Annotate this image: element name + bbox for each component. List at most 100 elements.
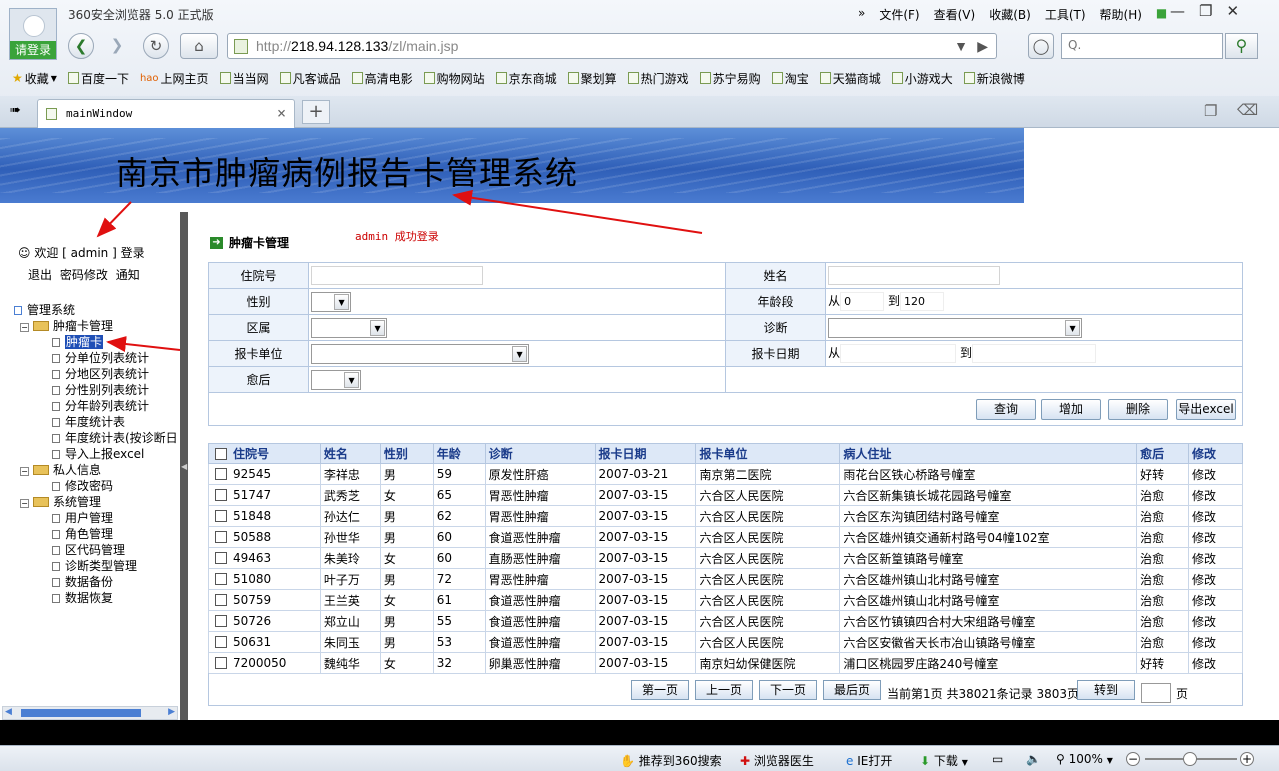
zoom-level[interactable]: ⚲ 100% ▼ [1056,752,1113,766]
restore-icon[interactable]: ❐ [1199,2,1212,20]
tree-item[interactable]: 区代码管理 [14,542,178,558]
edit-link[interactable]: 修改 [1188,652,1243,674]
sidebar-scrollbar[interactable]: ◀ ▶ [2,706,178,720]
minimize-icon[interactable]: — [1170,2,1185,20]
tree-folder[interactable]: − 私人信息 [14,462,178,478]
shield-icon[interactable]: ◯ [1028,33,1054,59]
collapse-icon[interactable]: ◀ [181,462,187,471]
fav-link[interactable]: 凡客诚品 [279,70,341,87]
table-row[interactable]: 50726 郑立山男 55 食道恶性肿瘤 2007-03-15 六合区人民医院 六合区竹镇镇… [208,610,1243,632]
close-window-icon[interactable]: ✕ [1226,2,1239,20]
query-button[interactable]: 查询 [976,399,1036,420]
fav-link[interactable]: 小游戏大 [891,70,953,87]
date-from-input[interactable] [840,344,957,363]
fav-link[interactable]: 淘宝 [771,70,809,87]
district-select[interactable]: ▼ [311,317,388,338]
gender-select[interactable]: ▼ [311,291,352,312]
fav-link[interactable]: 购物网站 [423,70,485,87]
edit-link[interactable]: 修改 [1188,610,1243,632]
edit-link[interactable]: 修改 [1188,589,1243,611]
logout-link[interactable]: 退出 [28,268,52,282]
row-checkbox[interactable] [215,615,227,627]
date-to-input[interactable] [971,344,1096,363]
trash-icon[interactable]: ⌫ [1237,101,1258,119]
fav-link[interactable]: 天猫商城 [819,70,881,87]
edit-link[interactable]: 修改 [1188,526,1243,548]
select-all-checkbox[interactable] [215,448,227,460]
tree-item[interactable]: 肿瘤卡 [14,334,178,350]
tree-item[interactable]: 数据恢复 [14,590,178,606]
goto-page-input[interactable] [1141,683,1171,703]
age-from-input[interactable]: 0 [840,292,885,311]
table-row[interactable]: 50631 朱同玉男 53 食道恶性肿瘤 2007-03-15 六合区人民医院 六合区安徽省… [208,631,1243,653]
tree-item[interactable]: 角色管理 [14,526,178,542]
zoom-out-icon[interactable]: − [1126,752,1140,766]
tab-mainwindow[interactable]: mainWindow × [37,99,295,128]
row-checkbox[interactable] [215,657,227,669]
scroll-left-icon[interactable]: ◀ [5,707,12,717]
login-button[interactable]: 请登录 [10,41,56,59]
table-row[interactable]: 51747 武秀芝女 65 胃恶性肿瘤 2007-03-15 六合区人民医院 六合区新集镇长… [208,484,1243,506]
collapse-toggle-icon[interactable]: − [20,323,29,332]
edit-link[interactable]: 修改 [1188,568,1243,590]
favorites-menu[interactable]: ★ 收藏 ▼ [12,70,57,87]
restore-tabs-icon[interactable]: ❐ [1204,102,1217,120]
browser-doctor-link[interactable]: ✚ 浏览器医生 [740,752,814,769]
menu-help[interactable]: 帮助(H) [1100,6,1142,23]
prev-page-button[interactable]: 上一页 [695,680,753,700]
search-input[interactable]: Q. [1061,33,1223,59]
menu-favorites[interactable]: 收藏(B) [989,6,1031,23]
table-row[interactable]: 51080 叶子万男 72 胃恶性肿瘤 2007-03-15 六合区人民医院 六合区雄州镇山… [208,568,1243,590]
tree-item[interactable]: 分单位列表统计 [14,350,178,366]
address-bar[interactable]: http://218.94.128.133/zl/main.jsp ▼ ▶ [227,33,997,59]
tree-item[interactable]: 年度统计表 [14,414,178,430]
delete-button[interactable]: 删除 [1108,399,1168,420]
col-header[interactable]: 住院号 [208,443,321,464]
edit-link[interactable]: 修改 [1188,484,1243,506]
add-button[interactable]: 增加 [1041,399,1101,420]
refresh-icon[interactable]: ↻ [143,33,169,59]
monitor-icon[interactable]: ▭ [992,752,1003,766]
tree-item[interactable]: 修改密码 [14,478,178,494]
table-row[interactable]: 7200050 魏纯华女 32 卵巢恶性肿瘤 2007-03-15 南京妇幼保健医院 浦口区… [208,652,1243,674]
zoom-in-icon[interactable]: + [1240,752,1254,766]
fav-link[interactable]: 当当网 [219,70,269,87]
new-tab-button[interactable]: + [302,100,330,124]
col-header[interactable]: 姓名 [319,443,381,464]
col-header[interactable]: 报卡单位 [695,443,841,464]
age-to-input[interactable]: 120 [899,292,944,311]
fav-link[interactable]: 热门游戏 [627,70,689,87]
fav-link[interactable]: 高清电影 [351,70,413,87]
diagnosis-select[interactable]: ▼ [828,317,1083,338]
tree-item[interactable]: 导入上报excel [14,446,178,462]
address-dropdown-icon[interactable]: ▼ [954,38,968,54]
table-row[interactable]: 92545 李祥忠男 59 原发性肝癌 2007-03-21 南京第二医院 雨花台区铁心桥路… [208,463,1243,485]
table-row[interactable]: 49463 朱美玲女 60 直肠恶性肿瘤 2007-03-15 六合区人民医院 六合区新篁镇… [208,547,1243,569]
menu-view[interactable]: 查看(V) [934,6,976,23]
collapse-toggle-icon[interactable]: − [20,499,29,508]
table-row[interactable]: 50588 孙世华男 60 食道恶性肿瘤 2007-03-15 六合区人民医院 六合区雄州镇… [208,526,1243,548]
tree-item[interactable]: 诊断类型管理 [14,558,178,574]
col-header[interactable]: 年龄 [432,443,486,464]
row-checkbox[interactable] [215,468,227,480]
next-page-button[interactable]: 下一页 [759,680,817,700]
table-row[interactable]: 51848 孙达仁男 62 胃恶性肿瘤 2007-03-15 六合区人民医院 六合区东沟镇团… [208,505,1243,527]
scrollbar-thumb[interactable] [21,709,141,717]
row-checkbox[interactable] [215,489,227,501]
fav-link[interactable]: hao 上网主页 [140,70,209,87]
tree-item[interactable]: 年度统计表(按诊断日 [14,430,178,446]
tree-item[interactable]: 分年龄列表统计 [14,398,178,414]
inpatient-no-input[interactable] [311,266,484,285]
row-checkbox[interactable] [215,552,227,564]
edit-link[interactable]: 修改 [1188,631,1243,653]
table-row[interactable]: 50759 王兰英女 61 食道恶性肿瘤 2007-03-15 六合区人民医院 六合区雄州镇… [208,589,1243,611]
edit-link[interactable]: 修改 [1188,547,1243,569]
first-page-button[interactable]: 第一页 [631,680,689,700]
menu-tools[interactable]: 工具(T) [1045,6,1086,23]
tab-close-icon[interactable]: × [277,104,286,122]
col-header[interactable]: 修改 [1188,443,1243,464]
fav-link[interactable]: 苏宁易购 [699,70,761,87]
ie-open-link[interactable]: e IE打开 [846,752,892,769]
col-header[interactable]: 报卡日期 [594,443,697,464]
fav-link[interactable]: 百度一下 [67,70,129,87]
